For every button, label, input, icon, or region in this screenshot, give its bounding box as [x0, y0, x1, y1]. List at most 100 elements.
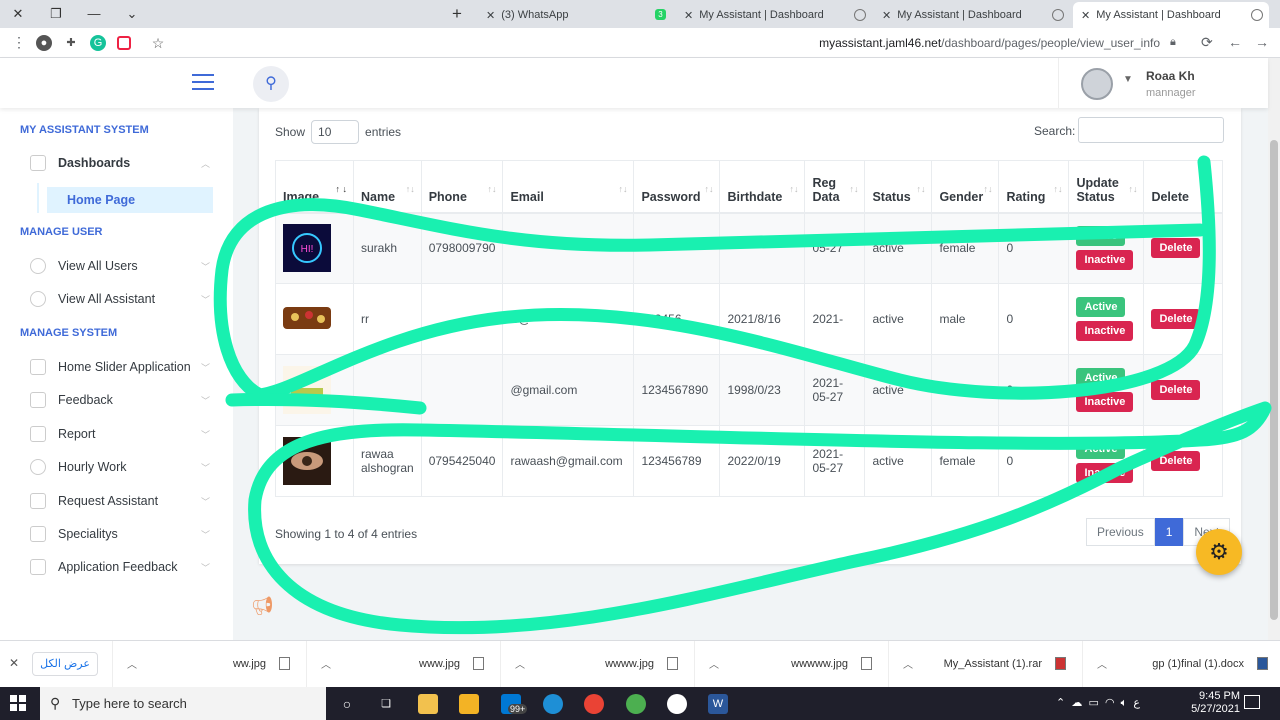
active-button[interactable]: Active	[1076, 368, 1126, 388]
clock[interactable]: 9:45 PM 5/27/2021	[1191, 690, 1240, 716]
tab-whatsapp[interactable]: ✕ (3) WhatsApp 3	[478, 2, 674, 28]
download-item[interactable]: ︿ ww.jpg	[112, 641, 302, 688]
sidebar-item-dashboards[interactable]: Dashboards ︿	[30, 150, 210, 176]
back-arrow-icon[interactable]: ←	[1228, 34, 1242, 50]
chevron-up-icon[interactable]: ︿	[1097, 656, 1107, 671]
extensions-puzzle-icon[interactable]: ✚	[63, 35, 79, 51]
chevron-up-icon[interactable]: ︿	[321, 656, 331, 671]
show-all-downloads-button[interactable]: عرض الكل	[32, 652, 98, 676]
sidebar-item-hourly-work[interactable]: Hourly Work ﹀	[30, 454, 210, 480]
profile-avatar-icon[interactable]: ●	[36, 35, 52, 51]
file-explorer-icon[interactable]	[418, 694, 438, 714]
download-item[interactable]: ︿ www.jpg	[306, 641, 496, 688]
forward-arrow-icon[interactable]: →	[1255, 34, 1269, 50]
column-header-email[interactable]: Email ↑↓	[502, 160, 635, 214]
inactive-button[interactable]: Inactive	[1076, 392, 1134, 412]
system-tray[interactable]: ⌃ ☁ ▭ ◠ 🔈︎ ع	[1056, 696, 1140, 710]
page-1-button[interactable]: 1	[1154, 518, 1184, 546]
delete-button[interactable]: Delete	[1151, 238, 1201, 259]
column-header-gender[interactable]: Gender ↑↓	[931, 160, 1000, 214]
restore-window-icon[interactable]: ❐	[46, 4, 66, 24]
column-header-status[interactable]: Status ↑↓	[864, 160, 933, 214]
search-icon[interactable]: ⚲	[253, 66, 289, 102]
browser-menu-icon[interactable]: ⋮	[12, 34, 26, 51]
page-scrollbar[interactable]	[1268, 58, 1280, 640]
close-tab-icon[interactable]: ✕	[882, 9, 891, 22]
tab-dashboard-active[interactable]: ✕ My Assistant | Dashboard	[1073, 2, 1269, 28]
chevron-down-icon: ﹀	[200, 529, 210, 540]
chevron-up-icon[interactable]: ︿	[903, 656, 913, 671]
avatar[interactable]	[1081, 68, 1113, 100]
sidebar-item-application-feedback[interactable]: Application Feedback ﹀	[30, 554, 210, 580]
column-header-phone[interactable]: Phone ↑↓	[420, 160, 504, 214]
taskbar-search-input[interactable]: ⚲ Type here to search	[40, 687, 326, 720]
new-tab-icon[interactable]: +	[447, 4, 467, 24]
close-tab-icon[interactable]: ✕	[684, 9, 693, 22]
delete-button[interactable]: Delete	[1151, 380, 1201, 400]
chevron-down-icon[interactable]: ▼	[1123, 74, 1133, 85]
reload-icon[interactable]: ⟳	[1201, 34, 1213, 51]
sidebar-item-home-slider[interactable]: Home Slider Application ﹀	[30, 354, 210, 380]
column-header-name[interactable]: Name ↑↓	[353, 160, 422, 214]
minimize-window-icon[interactable]: —	[84, 4, 104, 24]
edge-icon[interactable]	[543, 694, 563, 714]
notifications-icon[interactable]	[1244, 695, 1260, 709]
column-header-image[interactable]: Image ↑ ↓	[275, 160, 354, 214]
inactive-button[interactable]: Inactive	[1076, 250, 1134, 271]
language-indicator[interactable]: ع	[1133, 697, 1140, 709]
tab-search-icon[interactable]: ⌄	[122, 4, 142, 24]
grammarly-extension-icon[interactable]: G	[90, 35, 106, 51]
active-button[interactable]: Active	[1076, 226, 1126, 247]
inactive-button[interactable]: Inactive	[1076, 463, 1134, 483]
sidebar-item-specialitys[interactable]: Specialitys ﹀	[30, 521, 210, 547]
sidebar-item-view-all-users[interactable]: View All Users ﹀	[30, 253, 210, 279]
chevron-up-icon[interactable]: ︿	[127, 656, 137, 671]
sidebar-item-report[interactable]: Report ﹀	[30, 421, 210, 447]
column-header-reg-data[interactable]: Reg Data ↑↓	[804, 160, 866, 214]
close-tab-icon[interactable]: ✕	[1081, 9, 1090, 22]
lock-icon[interactable]: 🔒︎	[1170, 36, 1176, 49]
column-header-password[interactable]: Password ↑↓	[633, 160, 721, 214]
user-menu[interactable]: ▼ Roaa Kh mannager	[1058, 58, 1196, 108]
store-icon[interactable]	[459, 694, 479, 714]
download-item[interactable]: ︿ My_Assistant (1).rar	[888, 641, 1078, 688]
close-icon[interactable]: ✕	[9, 656, 19, 670]
download-item[interactable]: ︿ gp (1)final (1).docx	[1082, 641, 1280, 688]
bookmark-star-icon[interactable]: ☆	[150, 35, 166, 51]
column-header-rating[interactable]: Rating ↑↓	[998, 160, 1070, 214]
delete-button[interactable]: Delete	[1151, 309, 1201, 329]
chrome-icon[interactable]	[584, 694, 604, 714]
utorrent-icon[interactable]	[626, 694, 646, 714]
tab-dashboard-2[interactable]: ✕ My Assistant | Dashboard	[874, 2, 1070, 28]
word-icon[interactable]: W	[708, 694, 728, 714]
tab-dashboard-1[interactable]: ✕ My Assistant | Dashboard	[676, 2, 872, 28]
entries-select[interactable]: 10	[311, 120, 360, 144]
inactive-button[interactable]: Inactive	[1076, 321, 1134, 341]
sidebar-item-feedback[interactable]: Feedback ﹀	[30, 387, 210, 413]
download-item[interactable]: ︿ wwwww.jpg	[694, 641, 884, 688]
chevron-up-icon[interactable]: ︿	[515, 656, 525, 671]
column-header-delete[interactable]: Delete	[1143, 160, 1223, 214]
task-view-icon[interactable]: ❏	[376, 694, 396, 714]
search-input[interactable]	[1078, 117, 1224, 143]
sidebar-item-home-page[interactable]: Home Page	[47, 187, 213, 213]
sidebar-item-request-assistant[interactable]: Request Assistant ﹀	[30, 488, 210, 514]
close-tab-icon[interactable]: ✕	[486, 9, 495, 22]
settings-gear-icon[interactable]: ⚙	[1196, 529, 1242, 575]
hamburger-menu-icon[interactable]	[192, 74, 214, 90]
windows-start-icon[interactable]	[10, 695, 26, 711]
active-button[interactable]: Active	[1076, 297, 1126, 317]
column-header-update-status[interactable]: Update Status ↑↓	[1068, 160, 1145, 214]
app-icon[interactable]	[667, 694, 687, 714]
active-button[interactable]: Active	[1076, 439, 1126, 459]
delete-button[interactable]: Delete	[1151, 451, 1201, 471]
url-field[interactable]: myassistant.jaml46.net/dashboard/pages/p…	[819, 36, 1160, 50]
column-header-birthdate[interactable]: Birthdate ↑↓	[719, 160, 806, 214]
previous-page-button[interactable]: Previous	[1086, 518, 1155, 546]
download-item[interactable]: ︿ wwww.jpg	[500, 641, 690, 688]
sidebar-item-view-all-assistant[interactable]: View All Assistant ﹀	[30, 286, 210, 312]
pocket-extension-icon[interactable]	[117, 36, 131, 50]
close-window-icon[interactable]: ✕	[8, 4, 28, 24]
chevron-up-icon[interactable]: ︿	[709, 656, 719, 671]
cortana-icon[interactable]: ○	[337, 694, 357, 714]
